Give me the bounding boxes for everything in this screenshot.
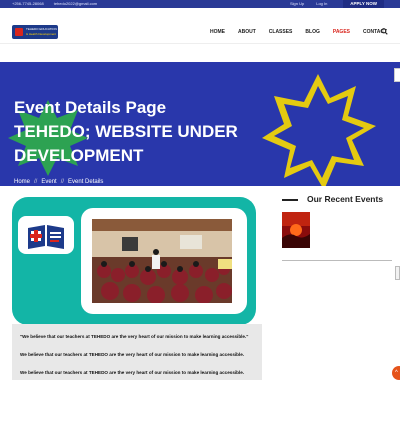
breadcrumb: Home // Event // Event Details: [14, 179, 103, 185]
logo-text-line2: & Health Development: [26, 32, 57, 36]
phone-text[interactable]: +256-7745-28068: [12, 1, 44, 6]
quote-text-2: We believe that our teachers at TEHEDO a…: [20, 352, 245, 357]
scroll-to-top-button[interactable]: ^: [392, 366, 400, 380]
hero-title-line3: DEVELOPMENT: [14, 146, 144, 165]
nav-menu: HOME ABOUT CLASSES BLOG PAGES CONTACT: [210, 29, 400, 35]
quote-text-1: "We believe that our teachers at TEHEDO …: [20, 334, 249, 339]
logo-text-line1: TEHEDO EDUCATION: [26, 27, 57, 31]
auth-links: Sign Up Log In: [290, 1, 327, 6]
logo-emblem-icon: [15, 28, 23, 36]
logo-badge: [18, 216, 74, 254]
section-title-dash: [282, 199, 298, 201]
sidebar-divider: [282, 260, 392, 261]
main-navbar: TEHEDO EDUCATION & Health Development HO…: [0, 8, 400, 44]
recent-event-thumbnail[interactable]: [282, 212, 310, 248]
log-in-link[interactable]: Log In: [316, 1, 327, 6]
contact-info: +256-7745-28068 tehedo2022@gmail.com: [12, 1, 97, 6]
nav-item-home[interactable]: HOME: [210, 29, 225, 35]
nav-item-pages[interactable]: PAGES: [333, 29, 350, 35]
nav-item-blog[interactable]: BLOG: [305, 29, 319, 35]
sign-up-link[interactable]: Sign Up: [290, 1, 304, 6]
email-text[interactable]: tehedo2022@gmail.com: [54, 1, 97, 6]
book-logo-icon: [28, 225, 64, 249]
quote-text-3: We believe that our teachers at TEHEDO a…: [20, 370, 245, 375]
hero-title-line1: Event Details Page: [14, 98, 167, 117]
event-photo: [92, 219, 232, 303]
recent-events-title: Our Recent Events: [307, 194, 384, 204]
side-panel-tab[interactable]: [394, 68, 400, 82]
top-bar: +256-7745-28068 tehedo2022@gmail.com Sig…: [0, 0, 400, 8]
nav-item-about[interactable]: ABOUT: [238, 29, 256, 35]
breadcrumb-event[interactable]: Event: [41, 179, 56, 185]
breadcrumb-separator-icon: //: [34, 179, 38, 185]
apply-now-button[interactable]: APPLY NOW: [343, 0, 384, 8]
search-icon[interactable]: [381, 28, 388, 35]
breadcrumb-separator-icon: //: [60, 179, 65, 185]
breadcrumb-current: Event Details: [68, 179, 104, 185]
nav-item-classes[interactable]: CLASSES: [269, 29, 293, 35]
breadcrumb-home[interactable]: Home: [14, 179, 30, 185]
hero-title-line2: TEHEDO; WEBSITE UNDER: [14, 122, 238, 141]
scroll-handle[interactable]: [395, 266, 400, 280]
site-logo[interactable]: TEHEDO EDUCATION & Health Development: [12, 25, 58, 39]
